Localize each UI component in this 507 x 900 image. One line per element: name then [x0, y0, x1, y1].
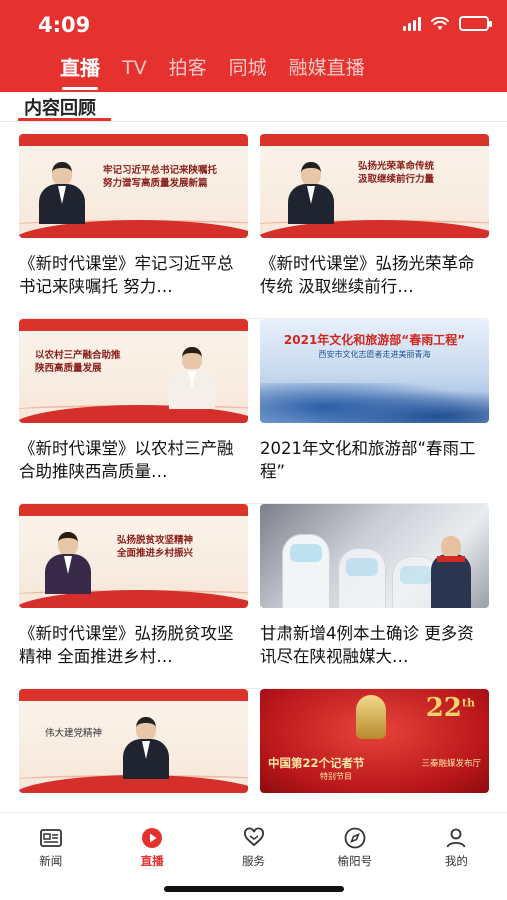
thumbnail-subtitle: 特别节目	[320, 772, 352, 781]
grid-row: 牢记习近平总书记来陕嘱托 努力谱写高质量发展新篇 《新时代课堂》牢记习近平总书记…	[19, 134, 489, 319]
grid-row: 以农村三产融合助推 陕西高质量发展 《新时代课堂》以农村三产融合助推陕西高质量……	[19, 319, 489, 504]
video-thumbnail	[260, 504, 489, 608]
cellular-signal-icon	[403, 16, 421, 31]
video-card[interactable]: 伟大建党精神	[19, 689, 248, 824]
video-caption: 甘肃新增4例本土确诊 更多资讯尽在陕视融媒大…	[260, 624, 474, 666]
video-caption: 《新时代课堂》弘扬脱贫攻坚精神 全面推进乡村…	[19, 624, 234, 666]
status-bar: 4:09	[0, 0, 507, 50]
bottom-nav: 新闻 直播 服务 榆阳号 我的	[0, 812, 507, 872]
tab-paike[interactable]: 拍客	[169, 55, 207, 81]
news-icon	[39, 827, 63, 849]
thumbnail-title: 中国第22个记者节	[268, 756, 365, 770]
tab-tv[interactable]: TV	[122, 55, 147, 81]
nav-label: 直播	[140, 854, 164, 868]
microphone-icon	[356, 695, 386, 739]
video-card[interactable]: 牢记习近平总书记来陕嘱托 努力谱写高质量发展新篇 《新时代课堂》牢记习近平总书记…	[19, 134, 248, 318]
thumbnail-subtitle: 西安市文化志愿者走进美丽青海	[318, 350, 431, 359]
service-heart-icon	[242, 827, 266, 849]
app-header: 4:09 直播 TV 拍客 同城 融媒直播	[0, 0, 507, 92]
video-caption: 《新时代课堂》以农村三产融合助推陕西高质量…	[19, 439, 234, 481]
thumbnail-channel: 三秦融媒发布厅	[421, 759, 481, 769]
video-thumbnail: 22th 中国第22个记者节 三秦融媒发布厅 特别节目	[260, 689, 489, 793]
content-grid: 牢记习近平总书记来陕嘱托 努力谱写高质量发展新篇 《新时代课堂》牢记习近平总书记…	[19, 134, 489, 824]
thumbnail-number: 22th	[425, 693, 475, 723]
video-card[interactable]: 弘扬光荣革命传统 汲取继续前行力量 《新时代课堂》弘扬光荣革命传统 汲取继续前行…	[260, 134, 489, 318]
home-indicator	[164, 886, 344, 892]
wifi-icon	[431, 16, 449, 30]
grid-row: 伟大建党精神 22th 中国第22个记者节 三秦融媒发布厅 特别节目	[19, 689, 489, 824]
top-tabs: 直播 TV 拍客 同城 融媒直播	[60, 55, 365, 90]
thumbnail-text: 弘扬脱贫攻坚精神 全面推进乡村振兴	[117, 535, 194, 559]
nav-live[interactable]: 直播	[101, 813, 202, 872]
video-thumbnail: 伟大建党精神	[19, 689, 248, 793]
video-thumbnail: 2021年文化和旅游部“春雨工程” 西安市文化志愿者走进美丽青海	[260, 319, 489, 423]
video-thumbnail: 弘扬光荣革命传统 汲取继续前行力量	[260, 134, 489, 238]
nav-label: 新闻	[39, 854, 63, 868]
nav-label: 服务	[242, 854, 266, 868]
tab-live[interactable]: 直播	[60, 55, 100, 90]
video-card[interactable]: 以农村三产融合助推 陕西高质量发展 《新时代课堂》以农村三产融合助推陕西高质量…	[19, 319, 248, 503]
divider	[0, 121, 507, 122]
video-card[interactable]: 甘肃新增4例本土确诊 更多资讯尽在陕视融媒大…	[260, 504, 489, 688]
video-thumbnail: 牢记习近平总书记来陕嘱托 努力谱写高质量发展新篇	[19, 134, 248, 238]
thumbnail-text: 弘扬光荣革命传统 汲取继续前行力量	[358, 161, 435, 185]
nav-yuyang[interactable]: 榆阳号	[304, 813, 405, 872]
nav-service[interactable]: 服务	[203, 813, 304, 872]
section-title: 内容回顾	[24, 98, 96, 119]
tab-media-live[interactable]: 融媒直播	[289, 55, 365, 81]
tab-local[interactable]: 同城	[229, 55, 267, 81]
video-caption: 2021年文化和旅游部“春雨工程”	[260, 439, 476, 481]
compass-icon	[343, 827, 367, 849]
video-caption: 《新时代课堂》弘扬光荣革命传统 汲取继续前行…	[260, 254, 475, 296]
status-icons	[403, 16, 492, 31]
profile-icon	[444, 827, 468, 849]
video-caption: 《新时代课堂》牢记习近平总书记来陕嘱托 努力…	[19, 254, 234, 296]
video-card[interactable]: 弘扬脱贫攻坚精神 全面推进乡村振兴 《新时代课堂》弘扬脱贫攻坚精神 全面推进乡村…	[19, 504, 248, 688]
thumbnail-text: 以农村三产融合助推 陕西高质量发展	[35, 350, 121, 374]
thumbnail-text: 牢记习近平总书记来陕嘱托 努力谱写高质量发展新篇	[103, 165, 218, 189]
status-time: 4:09	[38, 13, 91, 37]
battery-icon	[459, 16, 492, 31]
nav-label: 榆阳号	[337, 854, 373, 868]
video-card[interactable]: 2021年文化和旅游部“春雨工程” 西安市文化志愿者走进美丽青海 2021年文化…	[260, 319, 489, 503]
live-play-icon	[140, 827, 164, 849]
nav-profile[interactable]: 我的	[406, 813, 507, 872]
grid-row: 弘扬脱贫攻坚精神 全面推进乡村振兴 《新时代课堂》弘扬脱贫攻坚精神 全面推进乡村…	[19, 504, 489, 689]
thumbnail-title: 2021年文化和旅游部“春雨工程”	[283, 333, 466, 347]
video-thumbnail: 以农村三产融合助推 陕西高质量发展	[19, 319, 248, 423]
video-thumbnail: 弘扬脱贫攻坚精神 全面推进乡村振兴	[19, 504, 248, 608]
nav-news[interactable]: 新闻	[0, 813, 101, 872]
nav-label: 我的	[444, 854, 468, 868]
video-card[interactable]: 22th 中国第22个记者节 三秦融媒发布厅 特别节目	[260, 689, 489, 824]
thumbnail-text: 伟大建党精神	[45, 728, 103, 739]
